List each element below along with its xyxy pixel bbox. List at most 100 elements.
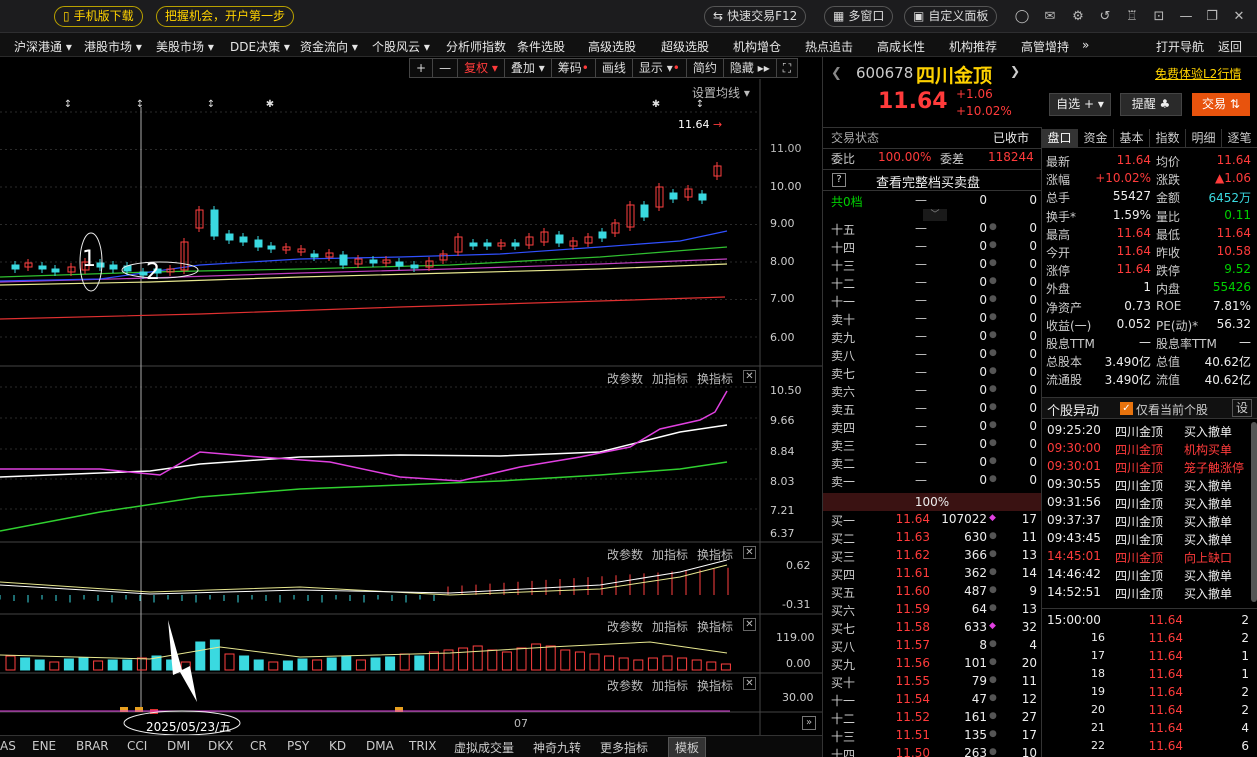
indicator-tab[interactable]: DKX: [208, 739, 233, 753]
indicator-tab[interactable]: ENE: [32, 739, 56, 753]
movement-stock[interactable]: 四川金顶: [1115, 567, 1163, 585]
add-indicator-link[interactable]: 加指标: [652, 546, 688, 563]
add-indicator-link[interactable]: 加指标: [652, 677, 688, 694]
restore-icon[interactable]: ❐: [1204, 8, 1220, 24]
chips-button[interactable]: 筹码•: [550, 58, 596, 78]
close-panel-icon[interactable]: ✕: [743, 677, 756, 690]
quick-trade-button[interactable]: ⇆ 快速交易F12: [704, 6, 807, 27]
menu-item[interactable]: 超级选股: [661, 38, 709, 55]
zoom-in-button[interactable]: +: [409, 58, 434, 78]
movement-stock[interactable]: 四川金顶: [1115, 513, 1163, 531]
menu-item[interactable]: 港股市场 ▾: [84, 38, 142, 55]
skin-icon[interactable]: ♖: [1124, 8, 1140, 24]
fuquan-button[interactable]: 复权 ▾: [457, 58, 505, 78]
movement-stock[interactable]: 四川金顶: [1115, 585, 1163, 603]
menu-item[interactable]: 高级选股: [588, 38, 636, 55]
settings-icon[interactable]: ⚙: [1070, 8, 1086, 24]
expand-chevron-icon[interactable]: ﹀: [923, 209, 947, 221]
user-icon[interactable]: ◯: [1014, 8, 1030, 24]
indicator-tab[interactable]: CR: [250, 739, 267, 753]
movement-stock[interactable]: 四川金顶: [1115, 459, 1163, 477]
indicator-tab[interactable]: 更多指标: [600, 739, 648, 756]
scrollbar[interactable]: [1251, 422, 1257, 602]
menu-more[interactable]: »: [1082, 38, 1089, 52]
movement-stock[interactable]: 四川金顶: [1115, 477, 1163, 495]
movement-stock[interactable]: 四川金顶: [1115, 423, 1163, 441]
template-tab[interactable]: 模板: [668, 737, 707, 757]
simple-button[interactable]: 简约: [685, 58, 724, 78]
l2-promo-link[interactable]: 免费体验L2行情: [1155, 65, 1241, 83]
edit-params-link[interactable]: 改参数: [607, 677, 643, 694]
movement-stock[interactable]: 四川金顶: [1115, 549, 1163, 567]
movement-stock[interactable]: 四川金顶: [1115, 441, 1163, 459]
close-panel-icon[interactable]: ✕: [743, 370, 756, 383]
menu-item[interactable]: 沪深港通 ▾: [14, 38, 72, 55]
next-stock-icon[interactable]: ❯: [1010, 64, 1020, 82]
mobile-download-button[interactable]: ▯ 手机版下载: [54, 6, 143, 27]
hide-button[interactable]: 隐藏 ▸▸: [722, 58, 777, 78]
menu-item[interactable]: 条件选股: [517, 38, 565, 55]
trade-button[interactable]: 交易 ⇅: [1192, 93, 1250, 116]
close-panel-icon[interactable]: ✕: [743, 546, 756, 559]
full-book-link[interactable]: 查看完整档买卖盘: [876, 172, 980, 191]
movement-stock[interactable]: 四川金顶: [1115, 531, 1163, 549]
close-icon[interactable]: ✕: [1231, 8, 1247, 24]
indicator-tab[interactable]: 神奇九转: [533, 739, 581, 756]
scroll-right-icon[interactable]: »: [802, 716, 816, 730]
switch-indicator-link[interactable]: 换指标: [697, 370, 733, 387]
help-icon[interactable]: ?: [832, 173, 846, 187]
add-indicator-link[interactable]: 加指标: [652, 370, 688, 387]
display-button[interactable]: 显示 ▾•: [631, 58, 687, 78]
multi-window-button[interactable]: ▦ 多窗口: [824, 6, 894, 27]
close-panel-icon[interactable]: ✕: [743, 618, 756, 631]
mail-icon[interactable]: ✉: [1042, 8, 1058, 24]
lock-icon[interactable]: ⊡: [1151, 8, 1167, 24]
switch-indicator-link[interactable]: 换指标: [697, 546, 733, 563]
detail-tab[interactable]: 基本: [1114, 129, 1150, 147]
detail-tab[interactable]: 指数: [1150, 129, 1186, 147]
menu-item[interactable]: 高成长性: [877, 38, 925, 55]
detail-tab[interactable]: 盘口: [1042, 129, 1078, 147]
indicator-tab[interactable]: TRIX: [409, 739, 436, 753]
menu-item[interactable]: 机构增仓: [733, 38, 781, 55]
menu-item[interactable]: DDE决策 ▾: [230, 38, 290, 55]
switch-indicator-link[interactable]: 换指标: [697, 677, 733, 694]
menu-item[interactable]: 机构推荐: [949, 38, 997, 55]
detail-tab[interactable]: 资金: [1078, 129, 1114, 147]
edit-params-link[interactable]: 改参数: [607, 618, 643, 635]
refresh-icon[interactable]: ↺: [1097, 8, 1113, 24]
open-nav-link[interactable]: 打开导航: [1156, 38, 1204, 55]
movement-stock[interactable]: 四川金顶: [1115, 495, 1163, 513]
only-current-label[interactable]: 仅看当前个股: [1136, 401, 1208, 419]
indicator-tab[interactable]: PSY: [287, 739, 309, 753]
checkbox-checked-icon[interactable]: ✓: [1120, 402, 1133, 415]
indicator-tab[interactable]: BRAR: [76, 739, 109, 753]
indicator-tab[interactable]: AS: [0, 739, 16, 753]
detail-tab[interactable]: 明细: [1186, 129, 1222, 147]
watchlist-button[interactable]: 自选 + ▾: [1049, 93, 1111, 116]
menu-item[interactable]: 个股风云 ▾: [372, 38, 430, 55]
settings-ma-link[interactable]: 设置均线 ▾: [692, 84, 750, 101]
back-link[interactable]: 返回: [1218, 38, 1242, 55]
edit-params-link[interactable]: 改参数: [607, 370, 643, 387]
switch-indicator-link[interactable]: 换指标: [697, 618, 733, 635]
edit-params-link[interactable]: 改参数: [607, 546, 643, 563]
add-indicator-link[interactable]: 加指标: [652, 618, 688, 635]
movement-settings-button[interactable]: 设: [1232, 399, 1252, 417]
overlay-button[interactable]: 叠加 ▾: [503, 58, 552, 78]
minimize-icon[interactable]: —: [1178, 8, 1194, 24]
menu-item[interactable]: 高管增持: [1021, 38, 1069, 55]
indicator-tab[interactable]: KD: [329, 739, 346, 753]
open-account-button[interactable]: 把握机会，开户第一步: [156, 6, 295, 27]
menu-item[interactable]: 热点追击: [805, 38, 853, 55]
kline-chart-area[interactable]: ↕ ↕ ↕ ✱ ✱ ↕ + — 复权 ▾ 叠加 ▾ 筹码• 画线 显示 ▾• 简约 隐藏 …: [0, 57, 822, 735]
indicator-tab[interactable]: DMI: [167, 739, 190, 753]
zoom-out-button[interactable]: —: [432, 58, 459, 78]
menu-item[interactable]: 资金流向 ▾: [300, 38, 358, 55]
indicator-tab[interactable]: DMA: [366, 739, 394, 753]
indicator-tab[interactable]: 虚拟成交量: [454, 739, 514, 756]
alert-button[interactable]: 提醒 ♣: [1120, 93, 1182, 116]
indicator-tab[interactable]: CCI: [127, 739, 147, 753]
custom-panel-button[interactable]: ▣ 自定义面板: [904, 6, 998, 27]
draw-button[interactable]: 画线: [594, 58, 633, 78]
